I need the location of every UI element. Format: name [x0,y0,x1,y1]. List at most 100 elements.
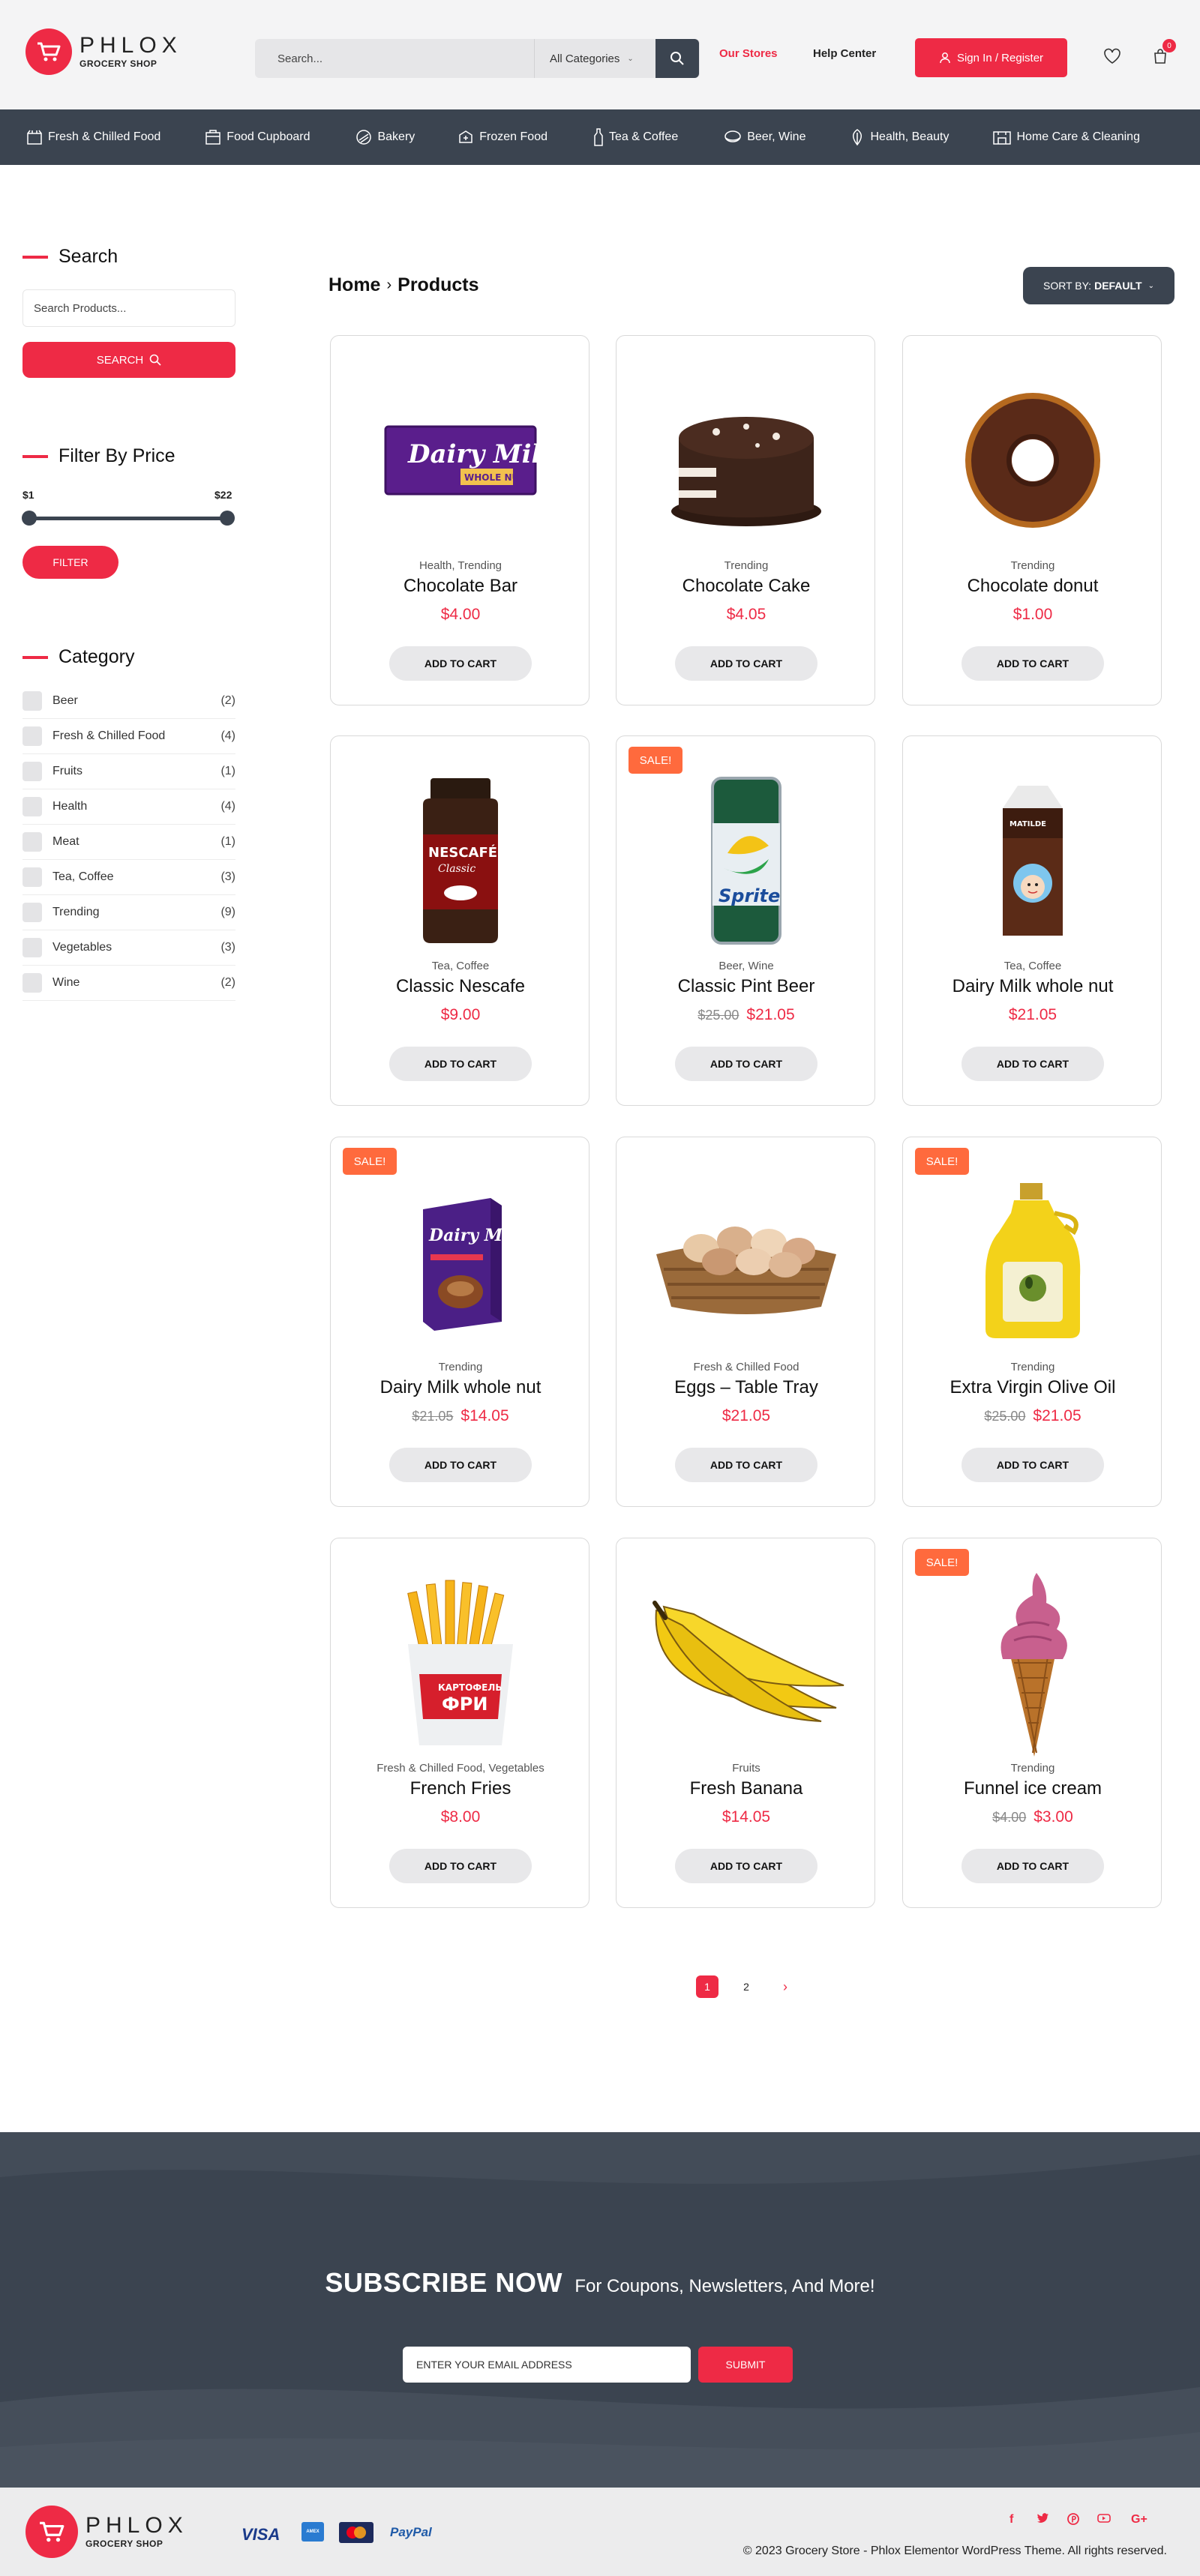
nav-item-home-care[interactable]: Home Care & Cleaning [992,129,1140,145]
product-categories[interactable]: Trending [331,1361,590,1373]
product-categories[interactable]: Beer, Wine [616,960,876,972]
product-name[interactable]: Extra Virgin Olive Oil [903,1377,1162,1398]
category-item[interactable]: Wine (2) [22,966,236,1001]
nav-item-food-cupboard[interactable]: Food Cupboard [204,129,310,145]
product-card[interactable]: Trending Chocolate Cake $4.05 ADD TO CART [616,335,875,705]
add-to-cart-button[interactable]: ADD TO CART [675,646,818,681]
category-item[interactable]: Fresh & Chilled Food (4) [22,719,236,754]
pinterest-icon[interactable] [1067,2513,1079,2529]
product-name[interactable]: Eggs – Table Tray [616,1377,876,1398]
header-search-button[interactable] [656,39,699,78]
product-card[interactable]: NESCAFÉ Classic Tea, Coffee Classic Nescafe… [330,735,590,1106]
category-select[interactable]: All Categories ⌄ [534,39,656,78]
product-name[interactable]: Funnel ice cream [903,1778,1162,1799]
sort-dropdown[interactable]: SORT BY: DEFAULT ⌄ [1023,267,1174,304]
product-image[interactable] [903,1573,1162,1757]
product-categories[interactable]: Fruits [616,1762,876,1775]
product-name[interactable]: Fresh Banana [616,1778,876,1799]
add-to-cart-button[interactable]: ADD TO CART [962,1849,1104,1883]
signin-button[interactable]: Sign In / Register [915,38,1067,77]
cart-button[interactable]: 0 [1148,39,1176,69]
subscribe-email-input[interactable] [403,2347,691,2383]
product-name[interactable]: Dairy Milk whole nut [331,1377,590,1398]
header-search-input[interactable] [255,39,534,78]
product-card[interactable]: SALE! Trending Funnel ice cream $4.00 $3.00 A… [902,1538,1162,1908]
google-plus-icon[interactable]: G+ [1131,2513,1148,2527]
site-logo[interactable]: PHLOX GROCERY SHOP [26,28,182,75]
add-to-cart-button[interactable]: ADD TO CART [389,1047,532,1081]
nav-item-health-beauty[interactable]: Health, Beauty [849,128,949,146]
category-checkbox[interactable] [22,691,42,711]
product-card[interactable]: КАРТОФЕЛЬ ФРИ Fresh & Chilled Food, Vegeta… [330,1538,590,1908]
add-to-cart-button[interactable]: ADD TO CART [389,646,532,681]
breadcrumb-home[interactable]: Home [328,274,380,296]
category-checkbox[interactable] [22,867,42,887]
product-card[interactable]: MATILDE Tea, Coffee Dairy Milk whole nut $2… [902,735,1162,1106]
product-card[interactable]: Trending Chocolate donut $1.00 ADD TO CART [902,335,1162,705]
product-image[interactable]: NESCAFÉ Classic [331,771,590,951]
price-slider-min-handle[interactable] [22,511,37,526]
help-center-link[interactable]: Help Center [813,47,876,60]
product-categories[interactable]: Fresh & Chilled Food, Vegetables [331,1762,590,1775]
product-categories[interactable]: Trending [616,559,876,572]
category-checkbox[interactable] [22,762,42,781]
product-name[interactable]: Chocolate Bar [331,576,590,597]
product-card[interactable]: Fresh & Chilled Food Eggs – Table Tray $21… [616,1137,875,1507]
product-image[interactable] [616,1172,876,1352]
category-item[interactable]: Fruits (1) [22,754,236,789]
product-card[interactable]: SALE! Sprite Beer, Wine Classic Pint Beer $2… [616,735,875,1106]
facebook-icon[interactable]: f [1010,2513,1013,2527]
nav-item-bakery[interactable]: Bakery [355,129,415,145]
category-checkbox[interactable] [22,726,42,746]
product-image[interactable]: Dairy Milk [331,1172,590,1352]
add-to-cart-button[interactable]: ADD TO CART [675,1849,818,1883]
youtube-icon[interactable] [1097,2513,1111,2527]
add-to-cart-button[interactable]: ADD TO CART [962,1047,1104,1081]
product-categories[interactable]: Fresh & Chilled Food [616,1361,876,1373]
price-slider-max-handle[interactable] [220,511,235,526]
product-card[interactable]: Dairy Milk WHOLE NUT Health, Trending Choco… [330,335,590,705]
filter-button[interactable]: FILTER [22,546,118,579]
pagination-page[interactable]: 1 [696,1975,718,1998]
our-stores-link[interactable]: Our Stores [719,47,778,60]
category-checkbox[interactable] [22,938,42,957]
nav-item-beer-wine[interactable]: Beer, Wine [723,129,806,145]
category-item[interactable]: Trending (9) [22,895,236,930]
twitter-icon[interactable] [1037,2513,1049,2527]
add-to-cart-button[interactable]: ADD TO CART [675,1448,818,1482]
category-checkbox[interactable] [22,903,42,922]
product-categories[interactable]: Trending [903,1762,1162,1775]
product-image[interactable] [903,1172,1162,1352]
product-name[interactable]: Chocolate donut [903,576,1162,597]
category-item[interactable]: Tea, Coffee (3) [22,860,236,895]
product-image[interactable]: MATILDE [903,771,1162,951]
category-checkbox[interactable] [22,797,42,816]
add-to-cart-button[interactable]: ADD TO CART [675,1047,818,1081]
sidebar-search-input[interactable] [22,289,236,327]
product-image[interactable] [903,370,1162,550]
subscribe-submit-button[interactable]: SUBMIT [698,2347,793,2383]
add-to-cart-button[interactable]: ADD TO CART [962,1448,1104,1482]
product-name[interactable]: Dairy Milk whole nut [903,976,1162,997]
product-categories[interactable]: Tea, Coffee [331,960,590,972]
product-categories[interactable]: Trending [903,559,1162,572]
product-card[interactable]: SALE! Trending Extra Virgin Olive Oil $25.0… [902,1137,1162,1507]
category-checkbox[interactable] [22,973,42,993]
nav-item-fresh-chilled[interactable]: Fresh & Chilled Food [26,129,160,145]
nav-item-tea-coffee[interactable]: Tea & Coffee [592,127,678,147]
add-to-cart-button[interactable]: ADD TO CART [389,1849,532,1883]
category-item[interactable]: Health (4) [22,789,236,825]
footer-logo[interactable]: PHLOX GROCERY SHOP [26,2506,188,2558]
sidebar-search-button[interactable]: SEARCH [22,342,236,378]
category-item[interactable]: Beer (2) [22,684,236,719]
category-checkbox[interactable] [22,832,42,852]
product-image[interactable]: КАРТОФЕЛЬ ФРИ [331,1573,590,1753]
product-card[interactable]: Fruits Fresh Banana $14.05 ADD TO CART [616,1538,875,1908]
product-image[interactable]: Dairy Milk WHOLE NUT [331,370,590,550]
product-name[interactable]: French Fries [331,1778,590,1799]
pagination-next[interactable]: › [774,1975,796,1998]
nav-item-frozen-food[interactable]: Frozen Food [457,129,548,145]
product-card[interactable]: SALE! Dairy Milk Trending Dairy Milk whole … [330,1137,590,1507]
product-categories[interactable]: Tea, Coffee [903,960,1162,972]
product-image[interactable] [616,370,876,550]
